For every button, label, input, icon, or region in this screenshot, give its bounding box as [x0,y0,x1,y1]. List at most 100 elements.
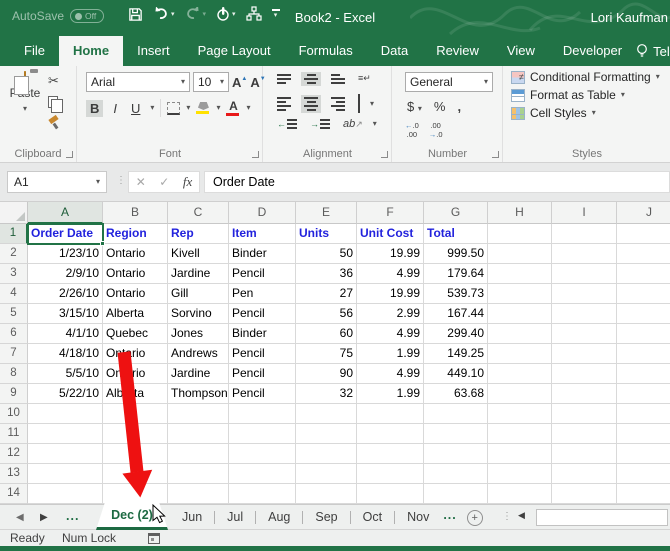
column-header-i[interactable]: I [552,202,617,224]
cell-E2[interactable]: 50 [296,244,357,264]
undo-caret[interactable]: ▾ [171,11,175,18]
cell-I4[interactable] [552,284,617,304]
ribbon-tab-insert[interactable]: Insert [123,36,184,66]
cell-B8[interactable]: Ontario [103,364,168,384]
cell-D10[interactable] [229,404,296,424]
font-size-select[interactable]: 10 ▾ [193,72,229,92]
cell-C14[interactable] [168,484,229,504]
cell-H1[interactable] [488,224,552,244]
cell-D3[interactable]: Pencil [229,264,296,284]
cell-F14[interactable] [357,484,424,504]
save-button[interactable] [128,7,143,22]
cell-J8[interactable] [617,364,670,384]
cell-E3[interactable]: 36 [296,264,357,284]
cell-C13[interactable] [168,464,229,484]
cell-J4[interactable] [617,284,670,304]
cell-F3[interactable]: 4.99 [357,264,424,284]
redo-button[interactable]: ▾ [185,7,206,21]
cell-B11[interactable] [103,424,168,444]
column-header-c[interactable]: C [168,202,229,224]
cell-A7[interactable]: 4/18/10 [28,344,103,364]
decrease-indent-button[interactable]: ← [274,117,300,131]
cell-H2[interactable] [488,244,552,264]
decrease-decimal-button[interactable]: .00 →.0 [429,121,443,139]
cell-F12[interactable] [357,444,424,464]
sheet-nav-prev-button[interactable]: ◀ [16,512,24,523]
cell-G4[interactable]: 539.73 [424,284,488,304]
column-header-a[interactable]: A [28,202,103,224]
cell-B1[interactable]: Region [103,224,168,244]
cell-F8[interactable]: 4.99 [357,364,424,384]
cell-H14[interactable] [488,484,552,504]
cell-J14[interactable] [617,484,670,504]
cell-F2[interactable]: 19.99 [357,244,424,264]
cell-A5[interactable]: 3/15/10 [28,304,103,324]
cell-E5[interactable]: 56 [296,304,357,324]
sheet-tab-oct[interactable]: Oct [351,505,394,530]
orientation-button[interactable]: ab↗ [340,116,366,132]
column-header-g[interactable]: G [424,202,488,224]
hscroll-thumb[interactable] [536,509,668,526]
row-header-1[interactable]: 1 [0,224,28,244]
spreadsheet-grid[interactable]: A B C D E F G H I J 1 Order Date Region Rep Item Units U… [0,202,670,504]
macro-record-icon[interactable] [148,533,160,544]
name-box-caret[interactable]: ▾ [96,178,100,186]
font-dialog-launcher[interactable] [252,151,259,158]
cell-I13[interactable] [552,464,617,484]
autosave-toggle[interactable]: AutoSave Off [12,9,105,23]
row-header-5[interactable]: 5 [0,304,28,324]
cell-B14[interactable] [103,484,168,504]
increase-decimal-button[interactable]: ←.0.00 [405,121,419,139]
cell-G8[interactable]: 449.10 [424,364,488,384]
cell-F9[interactable]: 1.99 [357,384,424,404]
cell-H9[interactable] [488,384,552,404]
cell-A4[interactable]: 2/26/10 [28,284,103,304]
cell-D9[interactable]: Pencil [229,384,296,404]
cell-H13[interactable] [488,464,552,484]
cell-B9[interactable]: Alberta [103,384,168,404]
row-header-14[interactable]: 14 [0,484,28,504]
comma-button[interactable]: , [457,99,461,114]
cell-F13[interactable] [357,464,424,484]
cell-F5[interactable]: 2.99 [357,304,424,324]
sheet-tab-nov[interactable]: Nov [395,505,441,530]
cell-J12[interactable] [617,444,670,464]
cell-A13[interactable] [28,464,103,484]
cell-D7[interactable]: Pencil [229,344,296,364]
confirm-entry-button[interactable]: ✓ [159,175,169,189]
row-header-6[interactable]: 6 [0,324,28,344]
cell-C10[interactable] [168,404,229,424]
name-box[interactable]: A1 ▾ [7,171,107,193]
cell-H3[interactable] [488,264,552,284]
cell-D5[interactable]: Pencil [229,304,296,324]
underline-button[interactable]: U [127,100,144,117]
fill-color-button[interactable] [196,102,210,114]
cell-E9[interactable]: 32 [296,384,357,404]
select-all-button[interactable] [0,202,28,224]
cell-C1[interactable]: Rep [168,224,229,244]
increase-font-button[interactable]: A ▲ [232,75,247,90]
cell-E14[interactable] [296,484,357,504]
column-header-h[interactable]: H [488,202,552,224]
cell-D2[interactable]: Binder [229,244,296,264]
cell-J9[interactable] [617,384,670,404]
merge-center-button[interactable] [355,93,363,115]
cell-E6[interactable]: 60 [296,324,357,344]
sheet-tab-aug[interactable]: Aug [256,505,302,530]
cell-A14[interactable] [28,484,103,504]
fill-handle[interactable] [100,241,105,246]
cell-E4[interactable]: 27 [296,284,357,304]
styles-item-conditional-formatting[interactable]: Conditional Formatting ▾ [511,70,670,84]
hscroll-left-button[interactable]: ◀ [518,510,525,521]
cell-D4[interactable]: Pen [229,284,296,304]
bold-button[interactable]: B [86,99,104,117]
row-header-7[interactable]: 7 [0,344,28,364]
ribbon-tab-formulas[interactable]: Formulas [285,36,367,66]
styles-item-format-as-table[interactable]: Format as Table ▾ [511,88,670,102]
sheet-nav-next-button[interactable]: ▶ [40,512,48,523]
cell-C9[interactable]: Thompson [168,384,229,404]
middle-align-button[interactable] [301,71,321,86]
cell-C8[interactable]: Jardine [168,364,229,384]
cell-F6[interactable]: 4.99 [357,324,424,344]
copy-button[interactable] [48,96,63,113]
